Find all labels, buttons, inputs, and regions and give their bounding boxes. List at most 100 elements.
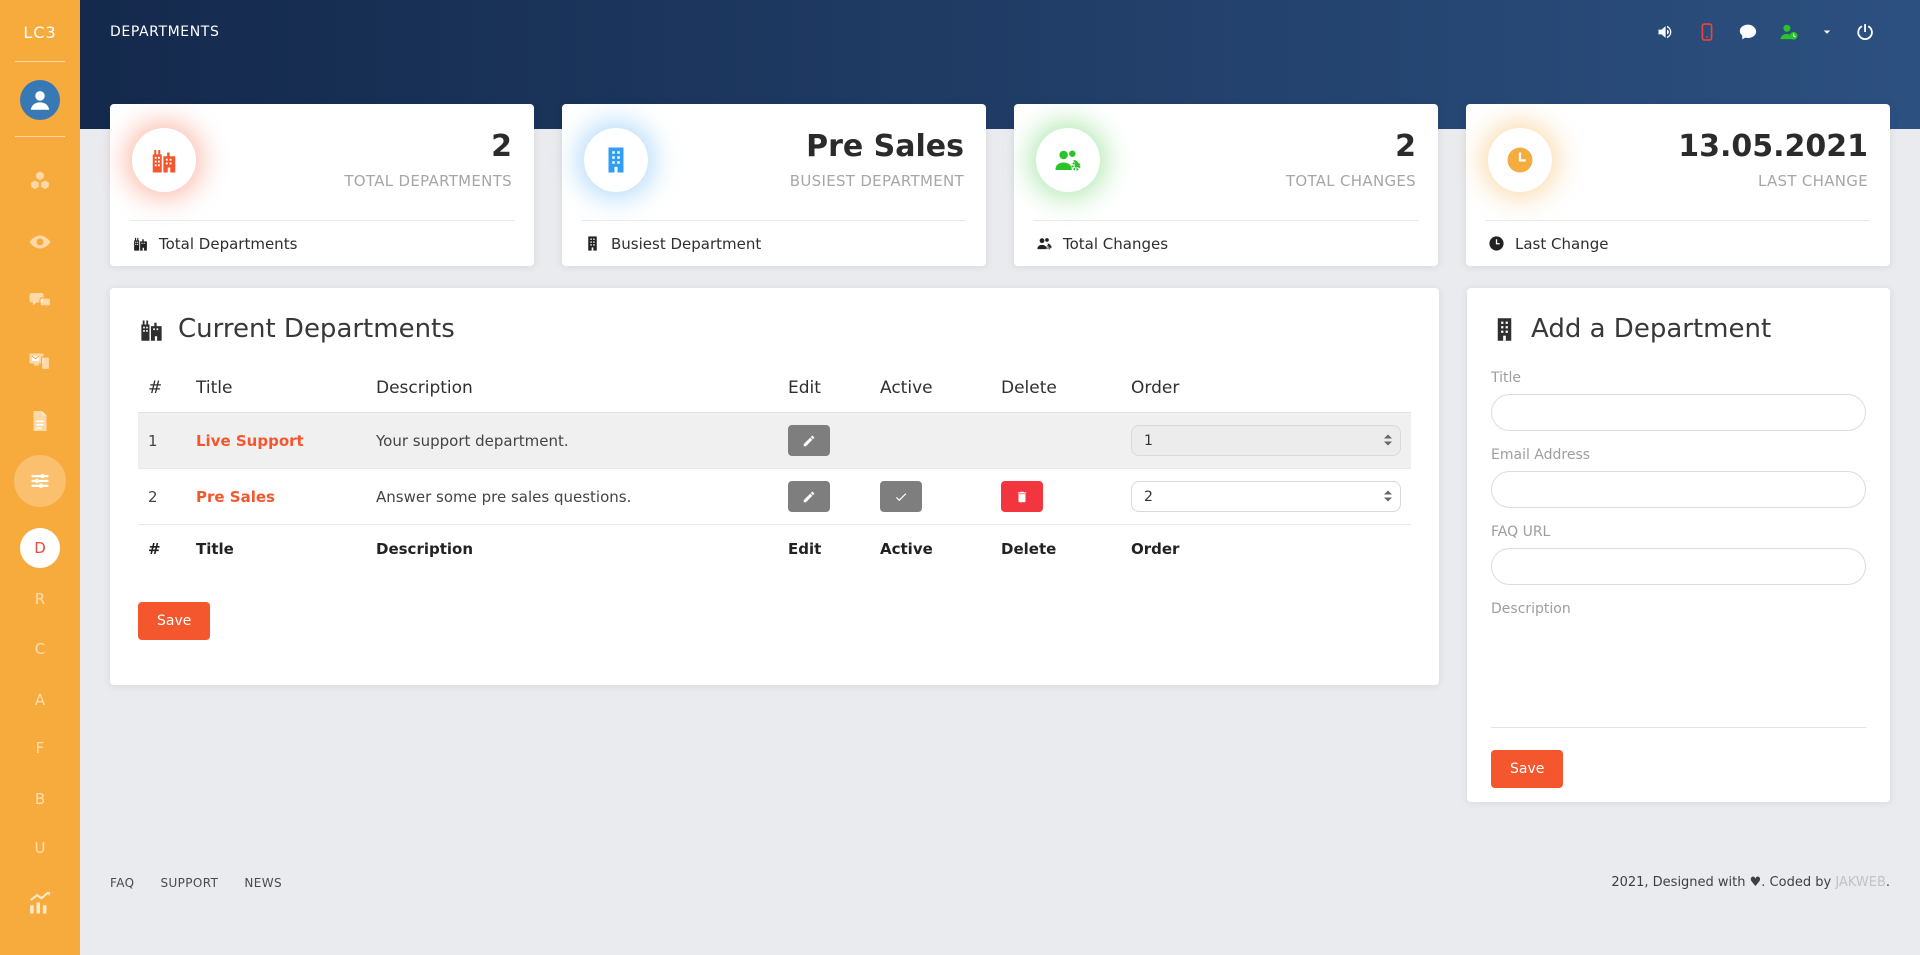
title-field[interactable] — [1491, 394, 1866, 431]
footer-link-news[interactable]: NEWS — [244, 876, 282, 890]
col-order: Order — [1121, 525, 1411, 559]
footer-link-faq[interactable]: FAQ — [110, 876, 134, 890]
col-desc: Description — [366, 525, 778, 559]
stat-card-total-departments: 2 TOTAL DEPARTMENTS Total Departments — [110, 104, 534, 266]
save-department-button[interactable]: Save — [1491, 750, 1563, 788]
sidebar: LC3 D R C — [0, 0, 80, 955]
faq-url-field[interactable] — [1491, 548, 1866, 585]
sidebar-item-departments[interactable]: D — [0, 528, 80, 568]
building-icon — [584, 128, 648, 192]
active-toggle-button[interactable] — [880, 481, 922, 512]
city-icon — [132, 128, 196, 192]
table-header-row: # Title Description Edit Active Delete O… — [138, 368, 1411, 413]
sidebar-item-visitors[interactable] — [0, 230, 80, 254]
col-active: Active — [870, 368, 991, 413]
description-label: Description — [1491, 601, 1866, 617]
building-icon — [584, 235, 601, 252]
stat-footer-label: Busiest Department — [611, 235, 761, 253]
chat-bubbles-icon — [28, 289, 52, 313]
sidebar-item-letter[interactable]: A — [0, 690, 80, 710]
sidebar-item-statistics[interactable] — [0, 889, 80, 917]
edit-button[interactable] — [788, 425, 830, 456]
stat-card-total-changes: 2 TOTAL CHANGES Total Changes — [1014, 104, 1438, 266]
sidebar-item-chats[interactable] — [0, 289, 80, 313]
sidebar-item-letter[interactable]: C — [0, 639, 80, 659]
stat-footer-label: Total Departments — [159, 235, 297, 253]
credit-text: . — [1886, 875, 1890, 890]
sidebar-divider — [15, 136, 65, 137]
sidebar-item-profile[interactable] — [0, 80, 80, 120]
save-departments-button[interactable]: Save — [138, 602, 210, 640]
power-icon[interactable] — [1855, 22, 1875, 42]
trash-icon — [1015, 490, 1029, 504]
divider — [1491, 727, 1866, 728]
row-num: 1 — [138, 413, 186, 469]
row-description: Your support department. — [366, 413, 778, 469]
app-logo[interactable]: LC3 — [0, 18, 80, 46]
footer-links: FAQ SUPPORT NEWS — [110, 876, 282, 890]
devices-icon — [28, 349, 52, 373]
sidebar-item-letter[interactable]: R — [0, 589, 80, 609]
delete-button[interactable] — [1001, 481, 1043, 512]
col-num: # — [138, 368, 186, 413]
caret-down-icon[interactable] — [1820, 25, 1834, 39]
sidebar-item-settings-active[interactable] — [0, 455, 80, 507]
email-label: Email Address — [1491, 447, 1866, 463]
faq-url-label: FAQ URL — [1491, 524, 1866, 540]
clock-icon — [1488, 128, 1552, 192]
heart-icon: ♥ — [1750, 875, 1762, 890]
stat-value: Pre Sales — [790, 130, 964, 165]
stat-card-top: 2 TOTAL DEPARTMENTS — [110, 104, 534, 220]
edit-button[interactable] — [788, 481, 830, 512]
stat-value: 2 — [1286, 130, 1416, 165]
footer-credit: 2021, Designed with ♥. Coded by JAKWEB. — [1611, 875, 1890, 890]
building-icon — [1491, 316, 1518, 343]
sidebar-item-pages[interactable] — [0, 409, 80, 433]
city-icon — [138, 316, 165, 343]
order-field — [1131, 487, 1401, 505]
sidebar-item-modules[interactable] — [0, 169, 80, 193]
sidebar-item-letter[interactable]: B — [0, 789, 80, 809]
stat-label: TOTAL CHANGES — [1286, 172, 1416, 190]
number-stepper[interactable] — [1384, 434, 1392, 445]
check-icon — [894, 490, 908, 504]
footer-link-support[interactable]: SUPPORT — [160, 876, 218, 890]
stat-footer-label: Last Change — [1515, 235, 1608, 253]
mobile-icon[interactable] — [1697, 22, 1717, 42]
topbar-icons — [1656, 22, 1875, 42]
sidebar-divider — [15, 61, 65, 62]
jakweb-link[interactable]: JAKWEB — [1835, 875, 1886, 890]
order-input[interactable] — [1131, 425, 1401, 456]
number-stepper[interactable] — [1384, 490, 1392, 501]
email-field[interactable] — [1491, 471, 1866, 508]
order-input[interactable] — [1131, 481, 1401, 512]
table-row: 1 Live Support Your support department. — [138, 413, 1411, 469]
file-icon — [28, 409, 52, 433]
panels-row: Current Departments # Title Description … — [110, 288, 1890, 802]
title-label: Title — [1491, 370, 1866, 386]
user-status-icon[interactable] — [1779, 22, 1799, 42]
panel-title-text: Current Departments — [178, 314, 455, 344]
topbar: DEPARTMENTS — [80, 0, 1920, 64]
credit-text: . Coded by — [1761, 875, 1835, 890]
active-item-highlight — [14, 455, 66, 507]
page-footer: FAQ SUPPORT NEWS 2021, Designed with ♥. … — [110, 875, 1890, 890]
stat-card-top: 13.05.2021 LAST CHANGE — [1466, 104, 1890, 220]
pencil-icon — [802, 490, 816, 504]
sidebar-item-letter[interactable]: U — [0, 838, 80, 858]
col-active: Active — [870, 525, 991, 559]
sidebar-item-devices[interactable] — [0, 349, 80, 373]
stat-value: 2 — [344, 130, 512, 165]
description-field[interactable] — [1491, 625, 1866, 713]
department-title-link[interactable]: Live Support — [196, 432, 304, 450]
sidebar-item-letter[interactable]: F — [0, 738, 80, 758]
panel-title: Add a Department — [1491, 314, 1866, 344]
departments-table: # Title Description Edit Active Delete O… — [138, 368, 1411, 558]
stat-card-footer: Total Changes — [1014, 221, 1438, 266]
eye-icon — [28, 230, 52, 254]
volume-icon[interactable] — [1656, 22, 1676, 42]
department-title-link[interactable]: Pre Sales — [196, 488, 275, 506]
stat-footer-label: Total Changes — [1063, 235, 1168, 253]
chat-messages-icon[interactable] — [1738, 22, 1758, 42]
order-field — [1131, 431, 1401, 449]
